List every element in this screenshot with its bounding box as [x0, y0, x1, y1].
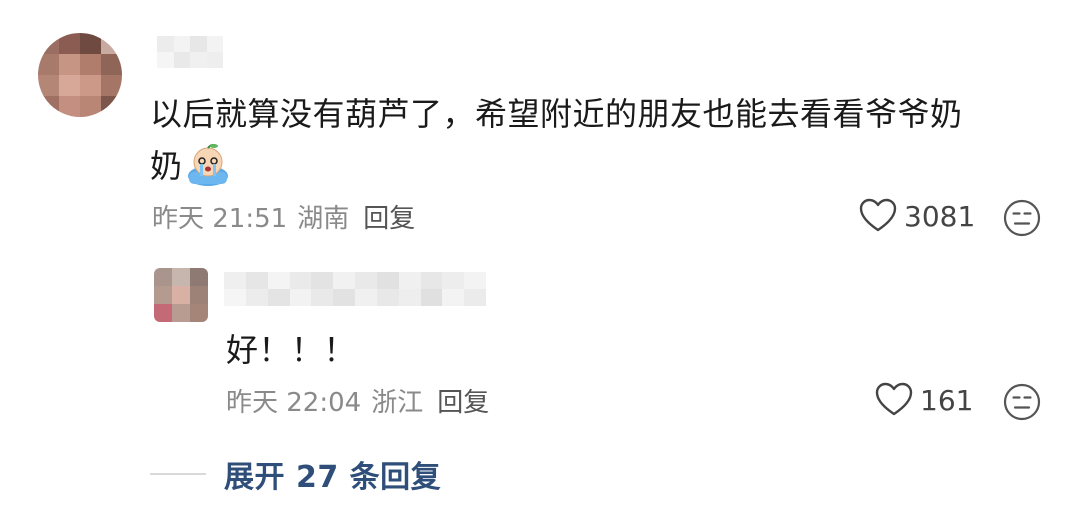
avatar-mosaic: [154, 268, 208, 322]
like-button[interactable]: 3081: [858, 196, 975, 236]
reply-button[interactable]: 回复: [363, 198, 415, 235]
avatar[interactable]: [38, 33, 122, 117]
neutral-face-icon: [1003, 199, 1041, 237]
like-button[interactable]: 161: [874, 380, 973, 420]
comment-text-tail: 奶: [150, 147, 183, 185]
dislike-button[interactable]: [1002, 198, 1042, 238]
expand-replies[interactable]: 展开 27 条回复: [150, 452, 441, 496]
divider: [150, 473, 206, 475]
comment-text: 以后就算没有葫芦了，希望附近的朋友也能去看看爷爷奶 奶: [150, 88, 990, 192]
username-blurred[interactable]: [224, 272, 486, 306]
expand-replies-label[interactable]: 展开 27 条回复: [224, 452, 441, 496]
avatar-mosaic: [38, 33, 122, 117]
comment-time: 昨天 21:51: [152, 204, 288, 234]
neutral-face-icon: [1003, 383, 1041, 421]
dislike-button[interactable]: [1002, 382, 1042, 422]
reply-meta: 昨天 22:04 浙江 回复: [226, 382, 489, 419]
avatar[interactable]: [154, 268, 208, 322]
crying-face-emoji-icon: [185, 142, 231, 188]
comment-text-line: 奶: [150, 140, 990, 192]
like-count: 161: [920, 383, 974, 417]
like-count: 3081: [904, 199, 976, 233]
heart-outline-icon: [859, 198, 897, 232]
reply-time: 昨天 22:04: [226, 388, 362, 418]
reply-text: 好！！！: [226, 331, 357, 369]
comment-location: 湖南: [297, 204, 350, 234]
reply-location: 浙江: [371, 388, 424, 418]
comment-text-line: 以后就算没有葫芦了，希望附近的朋友也能去看看爷爷奶: [150, 95, 963, 133]
comment-meta: 昨天 21:51 湖南 回复: [152, 198, 415, 235]
username-blurred[interactable]: [157, 36, 223, 68]
heart-outline-icon: [875, 382, 913, 416]
reply-button[interactable]: 回复: [437, 382, 489, 419]
